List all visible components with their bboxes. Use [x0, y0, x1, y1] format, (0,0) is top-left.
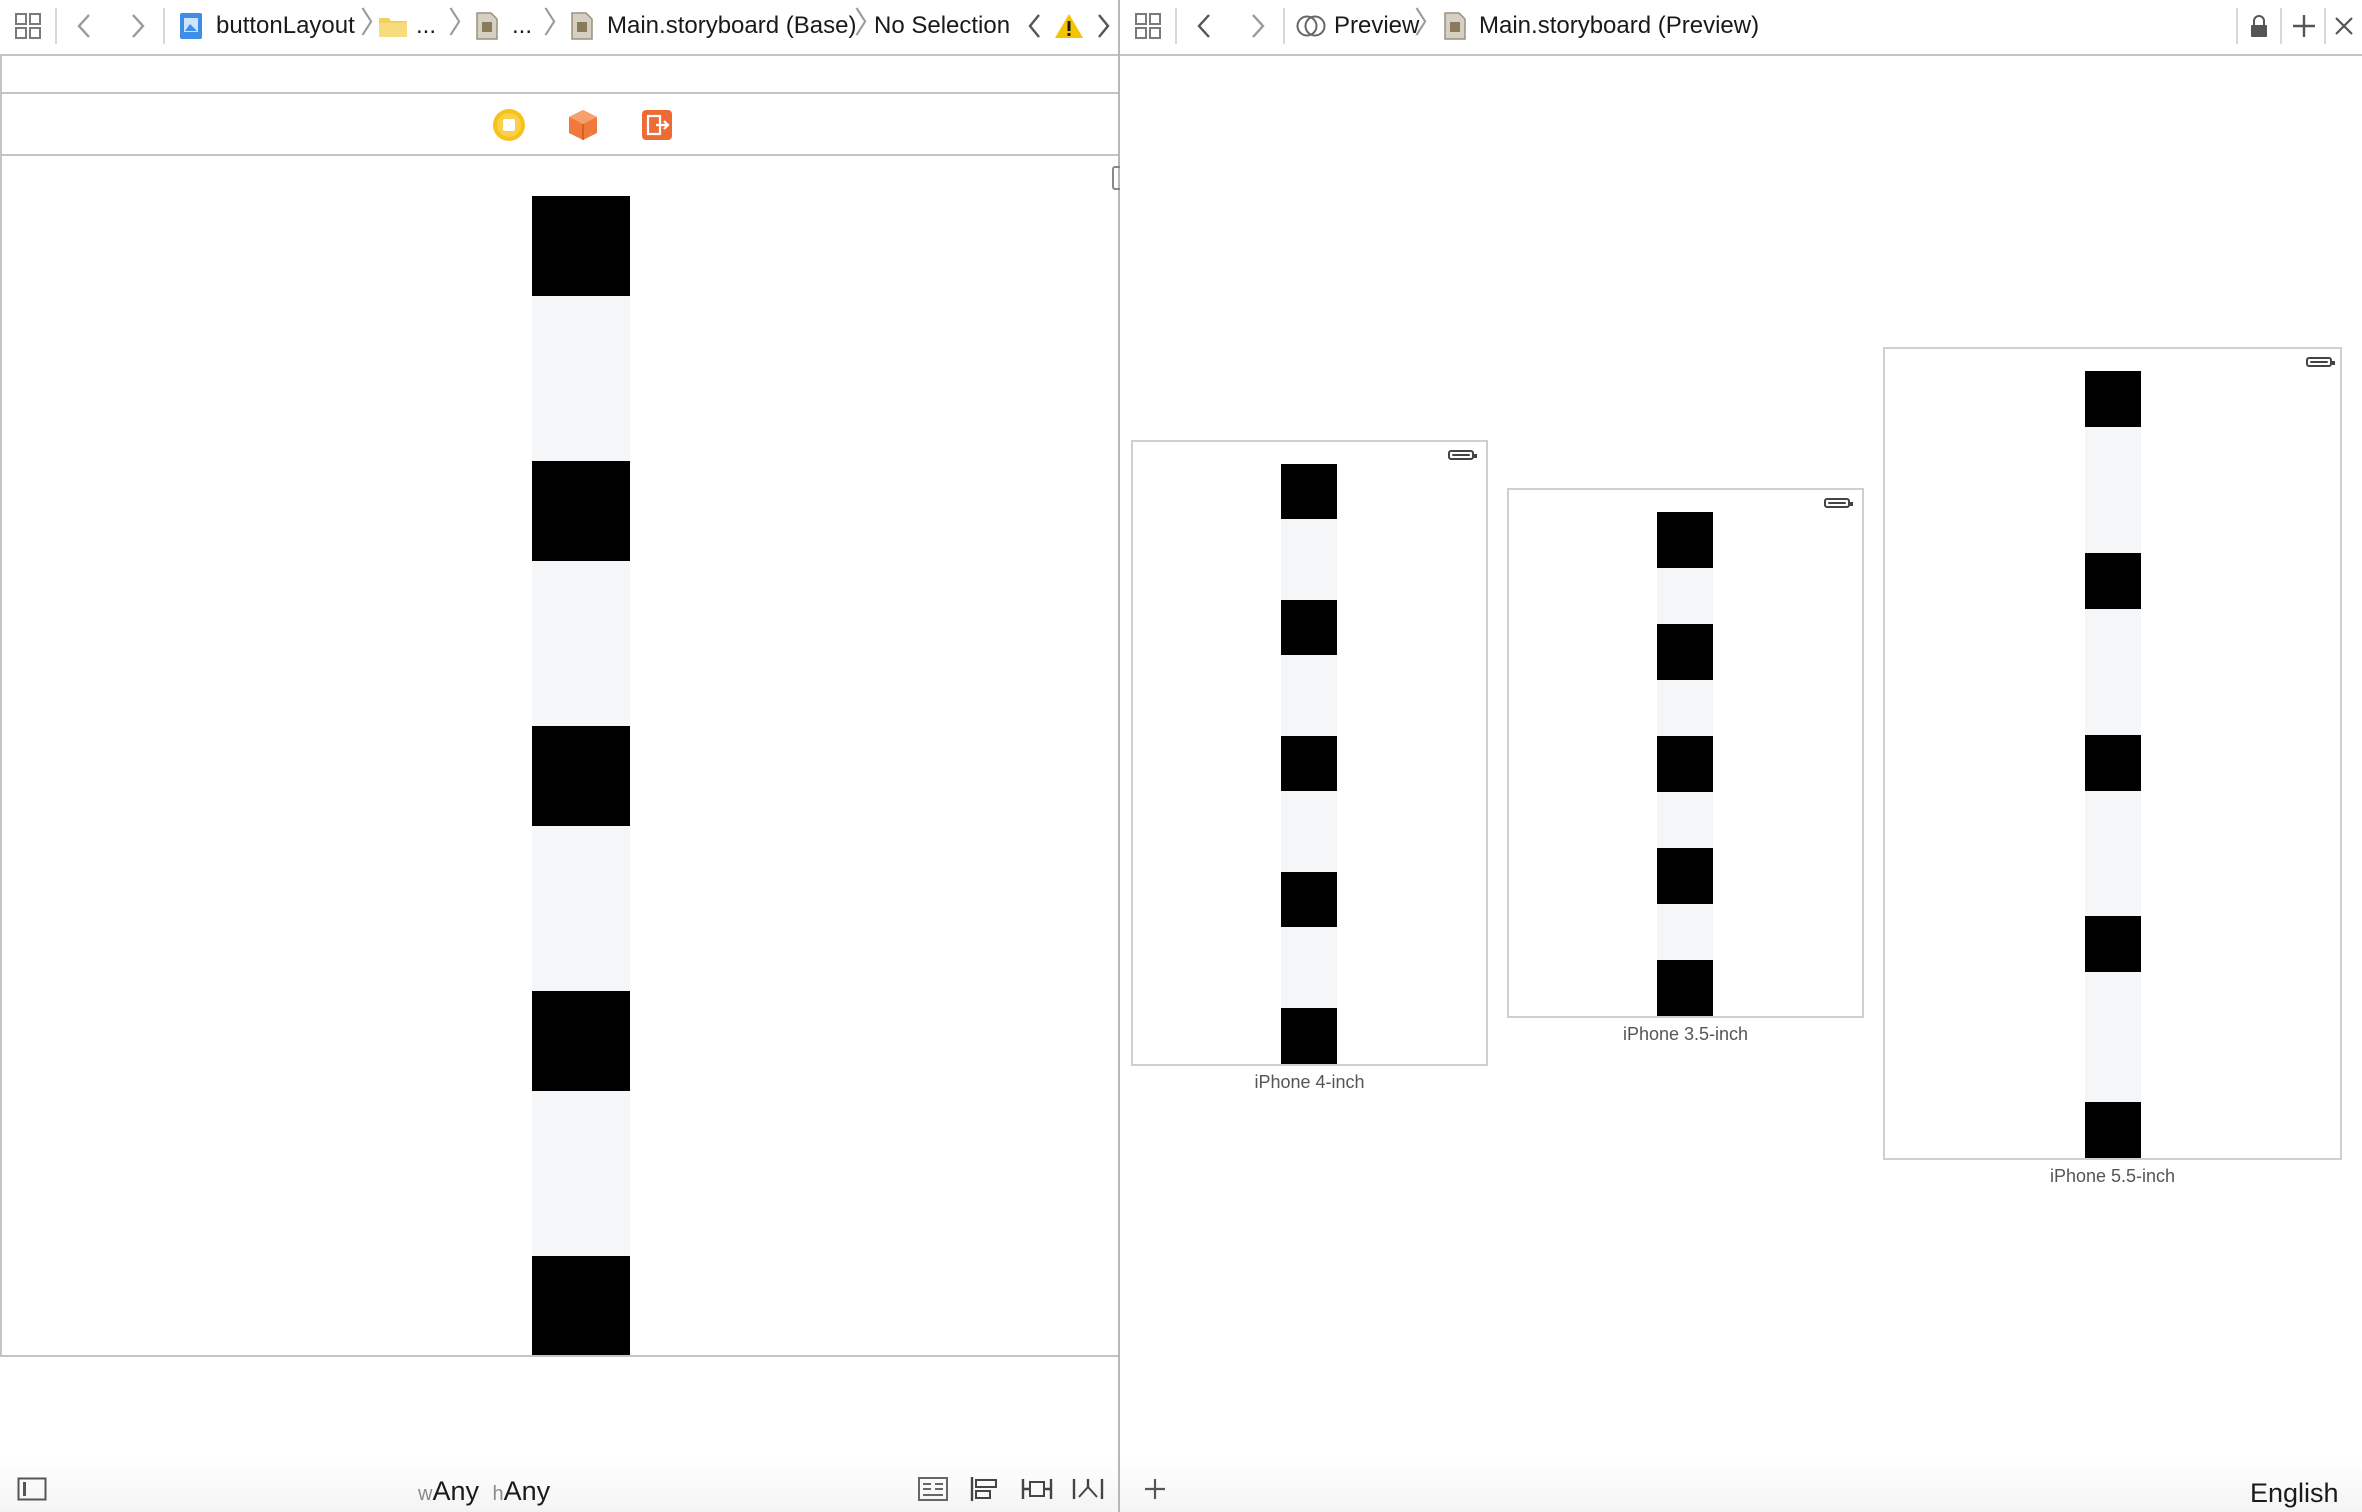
width-value: Any — [432, 1476, 479, 1506]
related-items-grid-icon[interactable] — [1132, 12, 1164, 40]
left-jump-bar: buttonLayout 〉 ... 〉 ... 〉 Main.storyboa… — [0, 0, 1118, 54]
assistant-rings-icon[interactable] — [1294, 10, 1328, 42]
first-responder-icon[interactable] — [566, 108, 600, 142]
device-label: iPhone 5.5-inch — [2049, 1166, 2176, 1186]
light-spacer[interactable] — [532, 561, 630, 726]
breadcrumb-storyboard[interactable]: Main.storyboard (Base) — [607, 10, 856, 42]
dark-button[interactable] — [532, 196, 630, 296]
dark-button[interactable] — [532, 461, 630, 561]
battery-icon — [1448, 450, 1477, 460]
issue-back-chevron-icon[interactable] — [1022, 10, 1046, 42]
light-spacer[interactable] — [2085, 791, 2141, 916]
dark-button[interactable] — [1281, 464, 1337, 519]
editor-split-divider[interactable] — [1118, 0, 1120, 1512]
breadcrumb-preview-storyboard[interactable]: Main.storyboard (Preview) — [1479, 10, 1759, 42]
dark-button[interactable] — [1281, 600, 1337, 655]
breadcrumb-file[interactable]: ... — [512, 10, 532, 42]
dark-button[interactable] — [1657, 736, 1713, 792]
dark-button[interactable] — [1657, 624, 1713, 680]
add-device-plus-icon[interactable] — [1140, 1474, 1170, 1504]
device-label: iPhone 3.5-inch — [1622, 1024, 1749, 1044]
dark-button[interactable] — [1657, 960, 1713, 1016]
dark-button[interactable] — [2085, 916, 2141, 972]
button-stack-preview — [1657, 512, 1713, 1016]
button-stack-canvas — [532, 196, 630, 1355]
dark-button[interactable] — [1281, 872, 1337, 927]
dark-button[interactable] — [2085, 553, 2141, 609]
breadcrumb-selection[interactable]: No Selection — [874, 10, 1010, 42]
folder-icon — [377, 12, 409, 40]
size-class-control[interactable]: wAny hAny — [418, 1476, 550, 1507]
right-jump-bar: Preview 〉 Main.storyboard (Preview) — [1120, 0, 2362, 54]
device-preview-iphone-4-inch[interactable] — [1131, 440, 1488, 1066]
breadcrumb-separator: 〉 — [1414, 7, 1444, 40]
scene-dock — [2, 94, 1116, 154]
dark-button[interactable] — [2085, 371, 2141, 427]
height-prefix: h — [492, 1483, 504, 1505]
device-preview-iphone-5.5-inch[interactable] — [1883, 347, 2342, 1160]
light-spacer[interactable] — [532, 1091, 630, 1256]
pin-icon[interactable] — [1020, 1474, 1054, 1504]
resolve-auto-layout-icon[interactable] — [1070, 1474, 1106, 1504]
dark-button[interactable] — [1657, 512, 1713, 568]
breadcrumb-preview[interactable]: Preview — [1334, 10, 1419, 42]
project-file-icon — [178, 11, 204, 41]
exit-icon[interactable] — [640, 108, 674, 142]
forward-chevron-icon[interactable] — [124, 10, 152, 42]
warning-icon[interactable] — [1053, 10, 1085, 42]
light-spacer[interactable] — [1281, 791, 1337, 872]
align-icon[interactable] — [968, 1474, 1002, 1504]
lock-icon[interactable] — [2246, 12, 2272, 40]
battery-icon — [2306, 357, 2335, 367]
dark-button[interactable] — [2085, 735, 2141, 791]
storyboard-file-icon — [474, 11, 500, 41]
button-stack-preview — [1281, 464, 1337, 1064]
preview-language-button[interactable]: English — [2250, 1478, 2339, 1509]
button-stack-preview — [2085, 371, 2141, 1158]
light-spacer[interactable] — [2085, 972, 2141, 1102]
light-spacer[interactable] — [1281, 655, 1337, 736]
back-chevron-icon[interactable] — [70, 10, 98, 42]
dark-button[interactable] — [1657, 848, 1713, 904]
storyboard-file-icon — [569, 11, 595, 41]
back-chevron-icon[interactable] — [1190, 10, 1218, 42]
light-spacer[interactable] — [1281, 927, 1337, 1008]
light-spacer[interactable] — [2085, 609, 2141, 735]
light-spacer[interactable] — [1657, 904, 1713, 960]
light-spacer[interactable] — [1281, 519, 1337, 600]
light-spacer[interactable] — [1657, 680, 1713, 736]
light-spacer[interactable] — [1657, 792, 1713, 848]
battery-icon — [1824, 498, 1853, 508]
related-items-grid-icon[interactable] — [12, 12, 44, 40]
light-spacer[interactable] — [532, 826, 630, 991]
document-outline-toggle-icon[interactable] — [16, 1476, 48, 1502]
right-bottom-bar — [1120, 1460, 2362, 1512]
device-preview-iphone-3.5-inch[interactable] — [1507, 488, 1864, 1018]
breadcrumb-project[interactable]: buttonLayout — [216, 10, 355, 42]
dark-button[interactable] — [532, 726, 630, 826]
height-value: Any — [503, 1476, 551, 1506]
dark-button[interactable] — [1281, 736, 1337, 791]
close-editor-icon[interactable] — [2330, 12, 2358, 40]
dark-button[interactable] — [1281, 1008, 1337, 1064]
dark-button[interactable] — [532, 991, 630, 1091]
left-bottom-bar — [0, 1460, 1118, 1512]
embed-in-stack-icon[interactable] — [916, 1474, 950, 1504]
dark-button[interactable] — [2085, 1102, 2141, 1158]
storyboard-file-icon — [1442, 11, 1468, 41]
view-controller-icon[interactable] — [492, 108, 526, 142]
canvas-scroll-handle[interactable] — [1112, 166, 1120, 190]
light-spacer[interactable] — [1657, 568, 1713, 624]
add-editor-plus-icon[interactable] — [2288, 10, 2320, 42]
breadcrumb-folder[interactable]: ... — [416, 10, 436, 42]
light-spacer[interactable] — [532, 296, 630, 461]
issue-forward-chevron-icon[interactable] — [1092, 10, 1116, 42]
width-prefix: w — [418, 1483, 433, 1505]
dark-button[interactable] — [532, 1256, 630, 1355]
device-label: iPhone 4-inch — [1254, 1072, 1365, 1092]
light-spacer[interactable] — [2085, 427, 2141, 553]
forward-chevron-icon[interactable] — [1244, 10, 1272, 42]
